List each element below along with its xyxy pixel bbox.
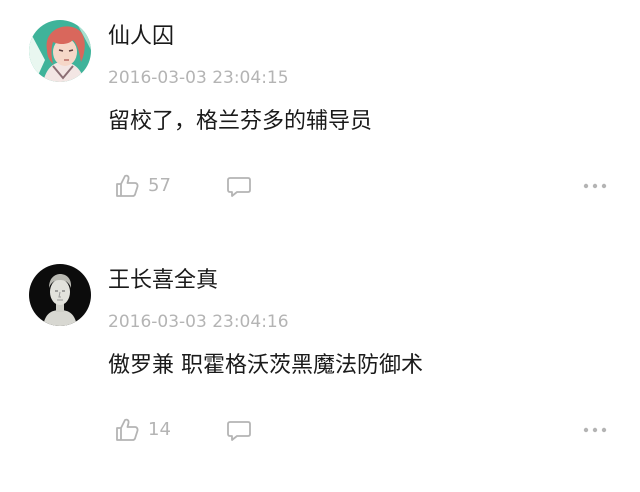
more-options-button[interactable] xyxy=(582,176,608,196)
more-options-button[interactable] xyxy=(582,420,608,440)
comment-timestamp: 2016-03-03 23:04:15 xyxy=(108,68,289,88)
comment-item: 王长喜全真 2016-03-03 23:04:16 傲罗兼 职霍格沃茨黑魔法防御… xyxy=(0,244,640,490)
like-button[interactable]: 57 xyxy=(114,172,171,200)
thumbs-up-icon xyxy=(114,417,140,443)
like-count: 57 xyxy=(148,175,171,196)
statue-bust-avatar-icon[interactable] xyxy=(29,264,91,326)
reply-button[interactable] xyxy=(226,175,252,199)
anime-character-avatar-icon[interactable] xyxy=(29,20,91,82)
username[interactable]: 王长喜全真 xyxy=(108,266,218,296)
thumbs-up-icon xyxy=(114,173,140,199)
like-button[interactable]: 14 xyxy=(114,416,171,444)
more-dots-icon xyxy=(582,420,608,440)
comment-timestamp: 2016-03-03 23:04:16 xyxy=(108,312,289,332)
comment-item: 仙人囚 2016-03-03 23:04:15 留校了，格兰芬多的辅导员 57 xyxy=(0,0,640,246)
comment-text: 傲罗兼 职霍格沃茨黑魔法防御术 xyxy=(108,353,423,378)
like-count: 14 xyxy=(148,419,171,440)
comment-text: 留校了，格兰芬多的辅导员 xyxy=(108,109,373,134)
comment-bubble-icon xyxy=(226,419,252,443)
comment-bubble-icon xyxy=(226,175,252,199)
more-dots-icon xyxy=(582,176,608,196)
reply-button[interactable] xyxy=(226,419,252,443)
username[interactable]: 仙人囚 xyxy=(108,22,174,52)
